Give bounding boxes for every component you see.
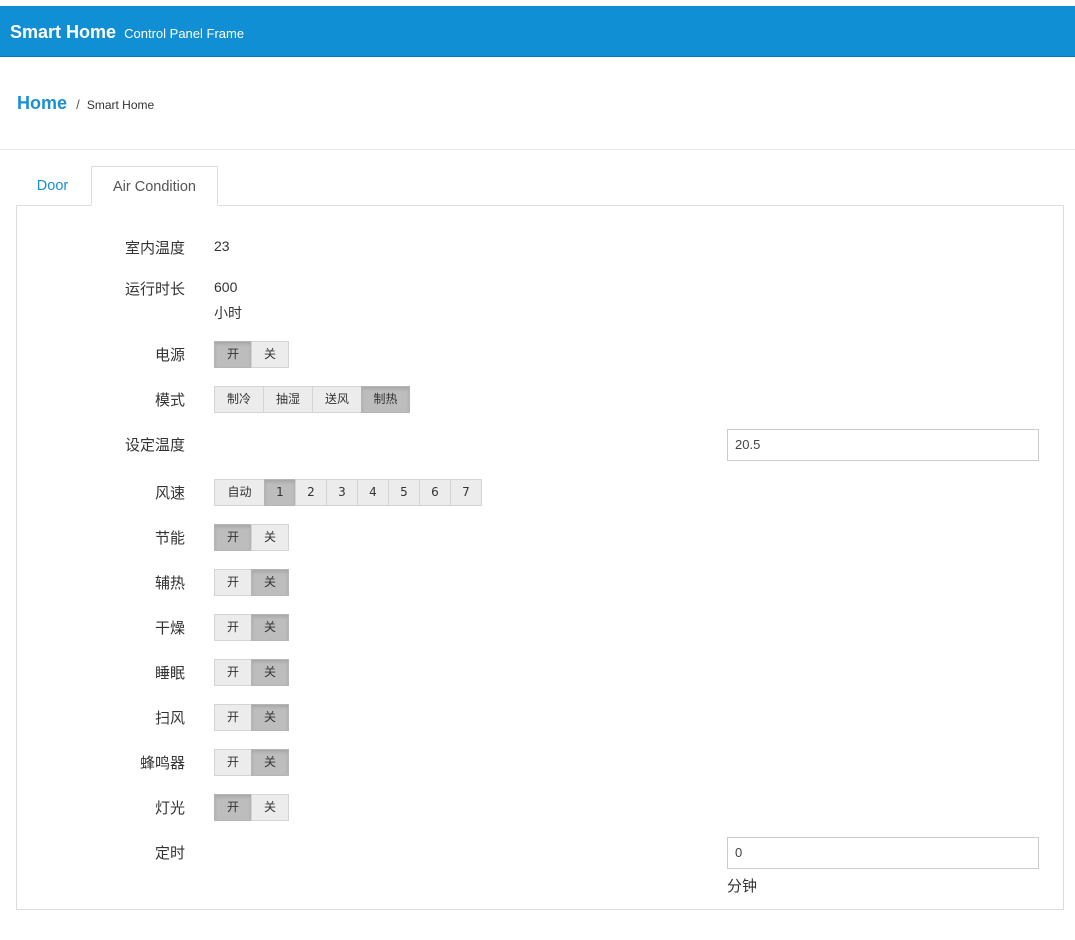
air-condition-panel: 室内温度 23 运行时长 600 小时 电源 开 关 模式 制冷 抽湿 送风 制… xyxy=(16,205,1064,910)
brand-subtitle: Control Panel Frame xyxy=(124,26,245,41)
fan-speed-selector: 自动 1 2 3 4 5 6 7 xyxy=(214,479,482,506)
breadcrumb-home-link[interactable]: Home xyxy=(17,93,67,113)
runtime-label: 运行时长 xyxy=(124,280,185,298)
buzzer-off-button[interactable]: 关 xyxy=(251,749,289,776)
timer-label: 定时 xyxy=(154,844,185,862)
runtime-unit: 小时 xyxy=(214,306,242,322)
fan-speed-3-button[interactable]: 3 xyxy=(326,479,358,506)
swing-off-button[interactable]: 关 xyxy=(251,704,289,731)
sleep-on-button[interactable]: 开 xyxy=(214,659,252,686)
swing-label: 扫风 xyxy=(154,709,185,727)
dry-label: 干燥 xyxy=(154,619,185,637)
fan-speed-auto-button[interactable]: 自动 xyxy=(214,479,265,506)
fan-speed-7-button[interactable]: 7 xyxy=(450,479,482,506)
mode-fan-button[interactable]: 送风 xyxy=(312,386,362,413)
fan-speed-label: 风速 xyxy=(154,484,185,502)
sleep-off-button[interactable]: 关 xyxy=(251,659,289,686)
aux-heat-toggle: 开 关 xyxy=(214,569,289,596)
eco-label: 节能 xyxy=(154,529,185,547)
breadcrumb-separator: / xyxy=(76,97,80,112)
light-off-button[interactable]: 关 xyxy=(251,794,289,821)
mode-cool-button[interactable]: 制冷 xyxy=(214,386,264,413)
mode-selector: 制冷 抽湿 送风 制热 xyxy=(214,386,410,413)
eco-toggle: 开 关 xyxy=(214,524,289,551)
power-off-button[interactable]: 关 xyxy=(251,341,289,368)
swing-on-button[interactable]: 开 xyxy=(214,704,252,731)
tab-door[interactable]: Door xyxy=(16,166,89,206)
set-temp-input[interactable]: 20.5 xyxy=(727,429,1039,461)
aux-heat-label: 辅热 xyxy=(154,574,185,592)
dry-off-button[interactable]: 关 xyxy=(251,614,289,641)
fan-speed-4-button[interactable]: 4 xyxy=(357,479,389,506)
mode-heat-button[interactable]: 制热 xyxy=(361,386,410,413)
power-toggle: 开 关 xyxy=(214,341,289,368)
buzzer-toggle: 开 关 xyxy=(214,749,289,776)
mode-dehumidify-button[interactable]: 抽湿 xyxy=(263,386,313,413)
fan-speed-5-button[interactable]: 5 xyxy=(388,479,420,506)
timer-input[interactable]: 0 xyxy=(727,837,1039,869)
divider xyxy=(0,149,1075,150)
mode-label: 模式 xyxy=(154,391,185,409)
fan-speed-2-button[interactable]: 2 xyxy=(295,479,327,506)
dry-on-button[interactable]: 开 xyxy=(214,614,252,641)
tab-air-condition[interactable]: Air Condition xyxy=(91,166,218,206)
indoor-temp-value: 23 xyxy=(214,238,230,254)
power-label: 电源 xyxy=(154,346,185,364)
swing-toggle: 开 关 xyxy=(214,704,289,731)
eco-off-button[interactable]: 关 xyxy=(251,524,289,551)
aux-heat-off-button[interactable]: 关 xyxy=(251,569,289,596)
dry-toggle: 开 关 xyxy=(214,614,289,641)
runtime-value: 600 xyxy=(214,279,238,295)
eco-on-button[interactable]: 开 xyxy=(214,524,252,551)
light-on-button[interactable]: 开 xyxy=(214,794,252,821)
set-temp-label: 设定温度 xyxy=(124,436,185,454)
fan-speed-1-button[interactable]: 1 xyxy=(264,479,296,506)
timer-unit: 分钟 xyxy=(727,877,758,895)
sleep-label: 睡眠 xyxy=(154,664,185,682)
brand[interactable]: Smart Home Control Panel Frame xyxy=(10,22,244,43)
breadcrumb-current: Smart Home xyxy=(86,98,155,112)
breadcrumb: Home / Smart Home xyxy=(17,93,154,114)
top-navbar: Smart Home Control Panel Frame xyxy=(0,6,1075,57)
indoor-temp-label: 室内温度 xyxy=(124,239,185,257)
aux-heat-on-button[interactable]: 开 xyxy=(214,569,252,596)
fan-speed-6-button[interactable]: 6 xyxy=(419,479,451,506)
power-on-button[interactable]: 开 xyxy=(214,341,252,368)
light-toggle: 开 关 xyxy=(214,794,289,821)
buzzer-label: 蜂鸣器 xyxy=(139,754,185,772)
sleep-toggle: 开 关 xyxy=(214,659,289,686)
brand-title: Smart Home xyxy=(10,22,117,42)
light-label: 灯光 xyxy=(154,799,185,817)
buzzer-on-button[interactable]: 开 xyxy=(214,749,252,776)
